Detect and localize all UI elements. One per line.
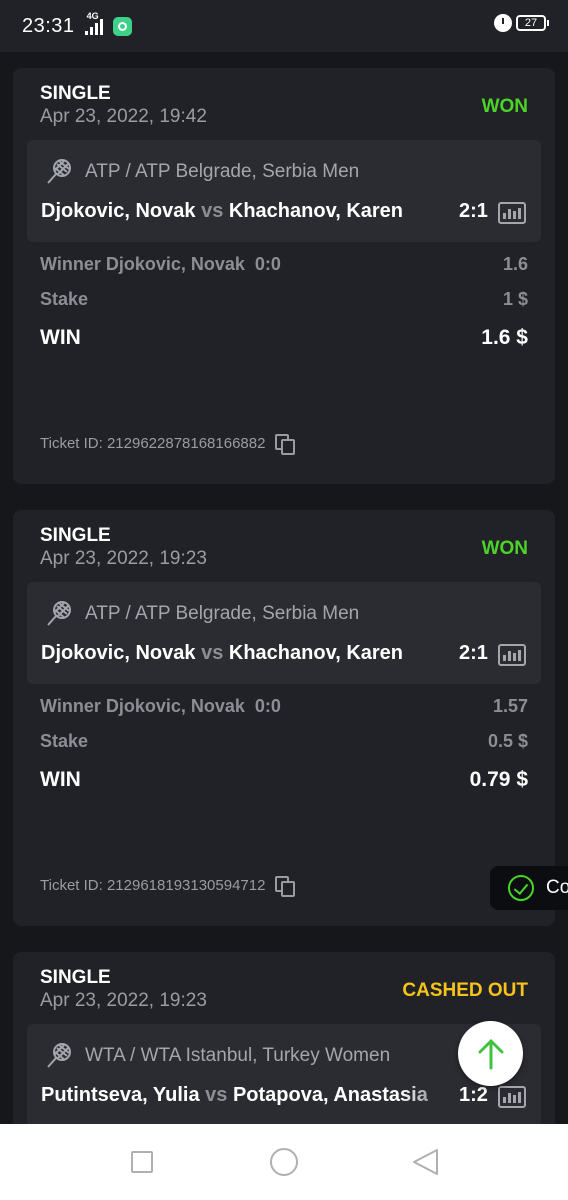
win-label: WIN (40, 768, 81, 791)
selection-name: Winner Djokovic, Novak (40, 696, 245, 716)
recent-apps-button[interactable] (131, 1151, 153, 1173)
event-match: Djokovic, Novak vs Khachanov, Karen (41, 642, 461, 665)
event-box[interactable]: ATP / ATP Belgrade, Serbia Men Djokovic,… (27, 140, 541, 242)
league-name: WTA / WTA Istanbul, Turkey Women (85, 1045, 391, 1066)
odds-value: 1.6 (502, 254, 528, 274)
copy-icon[interactable] (275, 876, 296, 897)
app-notification-icon (112, 16, 132, 36)
bet-date: Apr 23, 2022, 19:42 (40, 106, 207, 127)
copied-toast: Co (490, 866, 568, 910)
away-team: Potapova, Anastasia (232, 1084, 428, 1106)
odds-value: 1.57 (492, 696, 528, 716)
ticket-id: Ticket ID: 2129622878168166882 (40, 434, 296, 455)
league-name: ATP / ATP Belgrade, Serbia Men (85, 161, 360, 182)
selection-score: 0:0 (254, 696, 281, 716)
status-time: 23:31 (22, 14, 75, 37)
event-league: ATP / ATP Belgrade, Serbia Men (45, 158, 359, 186)
league-name: ATP / ATP Belgrade, Serbia Men (85, 603, 360, 624)
bet-card[interactable]: SINGLE Apr 23, 2022, 19:42 WON ATP / ATP… (13, 68, 555, 484)
stake-label: Stake (40, 289, 89, 309)
win-value: 1.6 $ (481, 326, 528, 349)
network-type: 4G (86, 11, 99, 21)
event-league: WTA / WTA Istanbul, Turkey Women (45, 1042, 390, 1070)
back-button[interactable] (411, 1148, 439, 1176)
event-score: 2:1 (459, 200, 488, 222)
selection-score: 0:0 (254, 254, 281, 274)
away-team: Khachanov, Karen (228, 642, 404, 664)
stake-label: Stake (40, 731, 89, 751)
win-row: WIN 0.79 $ (40, 768, 528, 792)
ticket-id-text: Ticket ID: 2129622878168166882 (40, 434, 266, 452)
win-row: WIN 1.6 $ (40, 326, 528, 350)
event-score: 2:1 (459, 642, 488, 664)
stats-icon[interactable] (498, 644, 526, 666)
stats-icon[interactable] (498, 1086, 526, 1108)
home-team: Putintseva, Yulia (41, 1084, 200, 1106)
ticket-id: Ticket ID: 2129618193130594712 (40, 876, 296, 897)
toast-text: Co (546, 877, 568, 898)
bet-status: WON (481, 96, 528, 117)
arrow-up-icon (478, 1039, 503, 1069)
alarm-icon (494, 14, 512, 32)
selection-row: Winner Djokovic, Novak 0:0 1.6 (40, 254, 528, 275)
copy-icon[interactable] (275, 434, 296, 455)
stake-row: Stake 0.5 $ (40, 731, 528, 752)
scroll-top-button[interactable] (458, 1021, 523, 1086)
vs-label: vs (201, 642, 224, 664)
event-match: Putintseva, Yulia vs Potapova, Anastasia (41, 1084, 461, 1107)
bet-status: CASHED OUT (402, 980, 528, 1001)
home-button[interactable] (270, 1148, 298, 1176)
signal-icon: 4G (84, 11, 103, 35)
event-league: ATP / ATP Belgrade, Serbia Men (45, 600, 359, 628)
check-circle-icon (508, 875, 534, 901)
away-team: Khachanov, Karen (228, 200, 404, 222)
navigation-bar (0, 1124, 568, 1200)
bet-card[interactable]: SINGLE Apr 23, 2022, 19:23 WON ATP / ATP… (13, 510, 555, 926)
win-value: 0.79 $ (469, 768, 528, 791)
stake-row: Stake 1 $ (40, 289, 528, 310)
stake-value: 0.5 $ (487, 731, 528, 751)
bet-type: SINGLE (40, 525, 111, 546)
stake-value: 1 $ (502, 289, 528, 309)
vs-label: vs (201, 200, 224, 222)
event-match: Djokovic, Novak vs Khachanov, Karen (41, 200, 461, 223)
home-team: Djokovic, Novak (41, 200, 196, 222)
home-team: Djokovic, Novak (41, 642, 196, 664)
event-box[interactable]: ATP / ATP Belgrade, Serbia Men Djokovic,… (27, 582, 541, 684)
tennis-racket-icon (47, 159, 71, 184)
vs-label: vs (205, 1084, 228, 1106)
win-label: WIN (40, 326, 81, 349)
event-score: 1:2 (459, 1084, 488, 1106)
selection-row: Winner Djokovic, Novak 0:0 1.57 (40, 696, 528, 717)
bet-date: Apr 23, 2022, 19:23 (40, 548, 207, 569)
bet-date: Apr 23, 2022, 19:23 (40, 990, 207, 1011)
status-bar: 23:31 4G 27 (0, 0, 568, 52)
battery-icon: 27 (516, 15, 549, 31)
bet-status: WON (481, 538, 528, 559)
tennis-racket-icon (47, 1043, 71, 1068)
stats-icon[interactable] (498, 202, 526, 224)
tennis-racket-icon (47, 601, 71, 626)
ticket-id-text: Ticket ID: 2129618193130594712 (40, 876, 266, 894)
selection-name: Winner Djokovic, Novak (40, 254, 245, 274)
bet-type: SINGLE (40, 83, 111, 104)
bet-type: SINGLE (40, 967, 111, 988)
